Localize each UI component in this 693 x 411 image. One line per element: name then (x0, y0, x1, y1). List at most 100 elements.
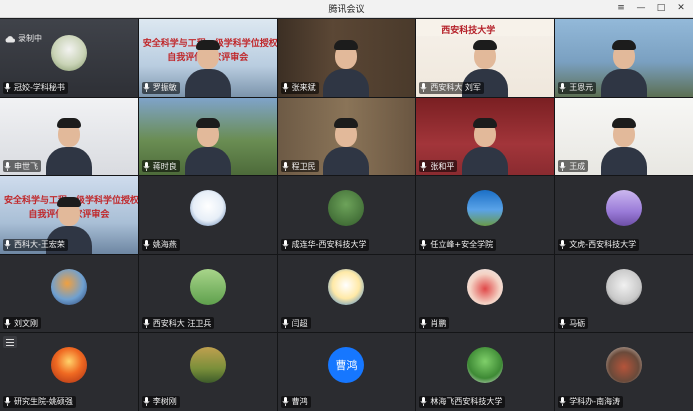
mic-icon (282, 161, 289, 171)
participant-avatar: 曹鸿 (328, 347, 365, 384)
mic-icon (282, 240, 289, 250)
mic-icon (282, 397, 289, 407)
window-controls: ≡ — □ ✕ (609, 1, 689, 15)
mic-icon (4, 161, 11, 171)
participant-nameplate: 闫超 (280, 317, 311, 330)
mic-icon (420, 83, 427, 93)
mic-icon (559, 318, 566, 328)
participant-name: 蒋时良 (152, 161, 177, 171)
participant-tile[interactable]: 曹鸿 曹鸿 (277, 333, 416, 411)
participant-tile[interactable]: 西安科大 汪卫兵 (138, 254, 277, 333)
participant-nameplate: 马砺 (558, 317, 589, 330)
participant-tile[interactable]: 安全科学与工程一级学科学位授权点自我评估专家评审会西科大-王宏荣 (0, 176, 138, 254)
participant-name: 王成 (569, 161, 586, 171)
participant-tile[interactable]: 马砺 (555, 254, 693, 333)
participant-tile[interactable]: 学科办-南海涛 (555, 333, 693, 411)
mic-icon (4, 397, 11, 407)
participant-name: 刘文刚 (14, 318, 38, 328)
participant-name: 闫超 (291, 318, 308, 328)
mic-icon (420, 240, 427, 250)
participant-name: 成连华-西安科技大学 (291, 240, 367, 250)
mic-icon (143, 397, 150, 407)
participant-nameplate: 张来斌 (280, 81, 319, 94)
more-menu-icon[interactable] (3, 336, 17, 349)
participant-tile[interactable]: 申世飞 (0, 97, 138, 176)
participant-tile[interactable]: 任立峰+安全学院 (416, 176, 555, 254)
mic-icon (559, 161, 566, 171)
participant-tile[interactable]: 王成 (555, 97, 693, 176)
mic-icon (420, 397, 427, 407)
participant-figure (323, 117, 370, 176)
participant-figure (45, 117, 92, 176)
participant-tile[interactable]: 刘文刚 (0, 254, 138, 333)
participant-name: 研究生院-姚硕强 (14, 397, 73, 407)
participant-nameplate: 程卫民 (280, 160, 319, 173)
participant-tile[interactable]: 王恩元 (555, 19, 693, 97)
participant-tile[interactable]: 程卫民 (277, 97, 416, 176)
participant-nameplate: 蒋时良 (141, 160, 180, 173)
participant-name: 冠姣-学科秘书 (14, 83, 65, 93)
mic-icon (4, 240, 11, 250)
participant-nameplate: 文虎-西安科技大学 (558, 238, 640, 251)
participant-tile[interactable]: 张来斌 (277, 19, 416, 97)
mic-icon (559, 83, 566, 93)
participant-nameplate: 罗振敏 (141, 81, 180, 94)
participant-grid: 录制中冠姣-学科秘书安全科学与工程一级学科学位授权点自我评估专家评审会罗振敏张来… (0, 19, 693, 411)
participant-nameplate: 林海飞西安科技大学 (419, 395, 506, 408)
participant-name: 李树刚 (152, 397, 177, 407)
mic-icon (4, 83, 11, 93)
participant-avatar (189, 268, 226, 305)
close-button[interactable]: ✕ (673, 1, 689, 15)
participant-tile[interactable]: 西安科技大学 西安科大 刘军 (416, 19, 555, 97)
participant-nameplate: 成连华-西安科技大学 (280, 238, 370, 251)
participant-nameplate: 学科办-南海涛 (558, 395, 624, 408)
participant-avatar (606, 190, 643, 226)
recording-indicator: 录制中 (5, 32, 42, 45)
participant-name: 文虎-西安科技大学 (569, 240, 637, 250)
window-titlebar: 腾讯会议 ≡ — □ ✕ (0, 0, 693, 18)
participant-name: 西科大-王宏荣 (14, 240, 65, 250)
participant-name: 林海飞西安科技大学 (430, 397, 503, 407)
menu-button[interactable]: ≡ (613, 1, 629, 15)
participant-nameplate: 姚海燕 (141, 238, 180, 251)
participant-tile[interactable]: 研究生院-姚硕强 (0, 333, 138, 411)
participant-avatar (50, 347, 87, 384)
participant-avatar (328, 190, 365, 226)
maximize-button[interactable]: □ (653, 1, 669, 15)
participant-tile[interactable]: 肖鹏 (416, 254, 555, 333)
participant-name: 马砺 (569, 318, 586, 328)
participant-avatar (606, 268, 643, 305)
participant-nameplate: 研究生院-姚硕强 (3, 395, 76, 408)
mic-icon (143, 161, 150, 171)
mic-icon (420, 318, 427, 328)
participant-nameplate: 王恩元 (558, 81, 597, 94)
participant-nameplate: 西安科大 刘军 (419, 81, 484, 94)
participant-tile[interactable]: 录制中冠姣-学科秘书 (0, 19, 138, 97)
participant-nameplate: 肖鹏 (419, 317, 450, 330)
mic-icon (420, 161, 427, 171)
participant-tile[interactable]: 张和平 (416, 97, 555, 176)
participant-tile[interactable]: 闫超 (277, 254, 416, 333)
participant-tile[interactable]: 成连华-西安科技大学 (277, 176, 416, 254)
participant-nameplate: 西科大-王宏荣 (3, 238, 68, 251)
participant-figure (462, 117, 509, 176)
participant-avatar (606, 347, 643, 384)
participant-tile[interactable]: 李树刚 (138, 333, 277, 411)
minimize-button[interactable]: — (633, 1, 649, 15)
participant-tile[interactable]: 安全科学与工程一级学科学位授权点自我评估专家评审会罗振敏 (138, 19, 277, 97)
participant-name: 学科办-南海涛 (569, 397, 621, 407)
participant-tile[interactable]: 文虎-西安科技大学 (555, 176, 693, 254)
participant-name: 程卫民 (291, 161, 316, 171)
participant-nameplate: 王成 (558, 160, 589, 173)
participant-nameplate: 西安科大 汪卫兵 (141, 317, 215, 330)
participant-nameplate: 冠姣-学科秘书 (3, 81, 68, 94)
mic-icon (4, 318, 11, 328)
participant-tile[interactable]: 林海飞西安科技大学 (416, 333, 555, 411)
participant-name: 肖鹏 (430, 318, 447, 328)
participant-name: 申世飞 (14, 161, 38, 171)
mic-icon (559, 240, 566, 250)
participant-nameplate: 申世飞 (3, 160, 41, 173)
participant-tile[interactable]: 蒋时良 (138, 97, 277, 176)
participant-tile[interactable]: 姚海燕 (138, 176, 277, 254)
mic-icon (143, 318, 150, 328)
